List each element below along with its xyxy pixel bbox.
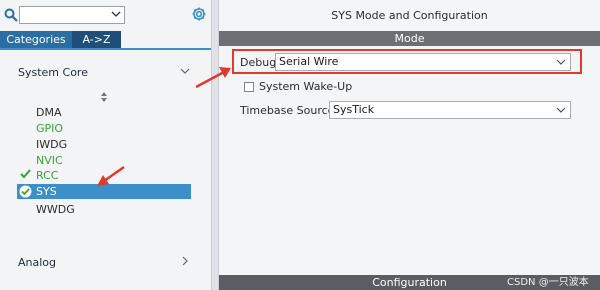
sort-icon[interactable] xyxy=(100,91,108,103)
debug-label: Debug xyxy=(240,56,277,69)
timebase-select-value: SysTick xyxy=(333,103,375,116)
category-system-core[interactable]: System Core xyxy=(18,66,88,79)
search-input[interactable] xyxy=(19,6,125,24)
list-item-label: SYS xyxy=(36,185,57,198)
search-icon[interactable] xyxy=(4,8,18,22)
right-panel: SYS Mode and Configuration Mode Debug Se… xyxy=(219,0,600,290)
tab-a-to-z[interactable]: A->Z xyxy=(72,31,121,48)
check-circle-icon xyxy=(19,185,32,198)
list-item-wwdg[interactable]: WWDG xyxy=(36,203,75,216)
timebase-label: Timebase Source xyxy=(240,104,335,117)
check-icon xyxy=(20,169,31,179)
list-item-sys-selected[interactable]: SYS xyxy=(17,184,191,199)
timebase-select[interactable]: SysTick xyxy=(329,101,571,119)
gear-icon[interactable] xyxy=(191,6,207,22)
category-analog[interactable]: Analog xyxy=(18,256,56,269)
watermark: CSDN @一只波本 xyxy=(507,277,589,288)
debug-select-value: Serial Wire xyxy=(279,55,339,68)
chevron-down-icon[interactable] xyxy=(180,66,190,76)
system-wakeup-checkbox[interactable] xyxy=(244,82,254,92)
panel-title: SYS Mode and Configuration xyxy=(331,9,488,22)
list-item-nvic[interactable]: NVIC xyxy=(36,154,63,167)
tab-categories[interactable]: Categories xyxy=(0,31,72,48)
chevron-down-icon[interactable] xyxy=(556,105,566,115)
list-item-iwdg[interactable]: IWDG xyxy=(36,138,67,151)
chevron-down-icon[interactable] xyxy=(556,57,566,67)
debug-select[interactable]: Serial Wire xyxy=(275,53,571,71)
panel-splitter[interactable] xyxy=(211,0,219,290)
tab-underline xyxy=(0,48,211,50)
list-item-gpio[interactable]: GPIO xyxy=(36,122,63,135)
left-panel: Categories A->Z System Core DMA GPIO IWD… xyxy=(0,0,211,290)
list-item-dma[interactable]: DMA xyxy=(36,106,62,119)
list-item-rcc[interactable]: RCC xyxy=(36,169,58,182)
mode-section-header: Mode xyxy=(219,31,600,46)
chevron-right-icon[interactable] xyxy=(180,256,190,266)
system-wakeup-label: System Wake-Up xyxy=(259,80,353,93)
chevron-down-icon[interactable] xyxy=(111,9,121,19)
